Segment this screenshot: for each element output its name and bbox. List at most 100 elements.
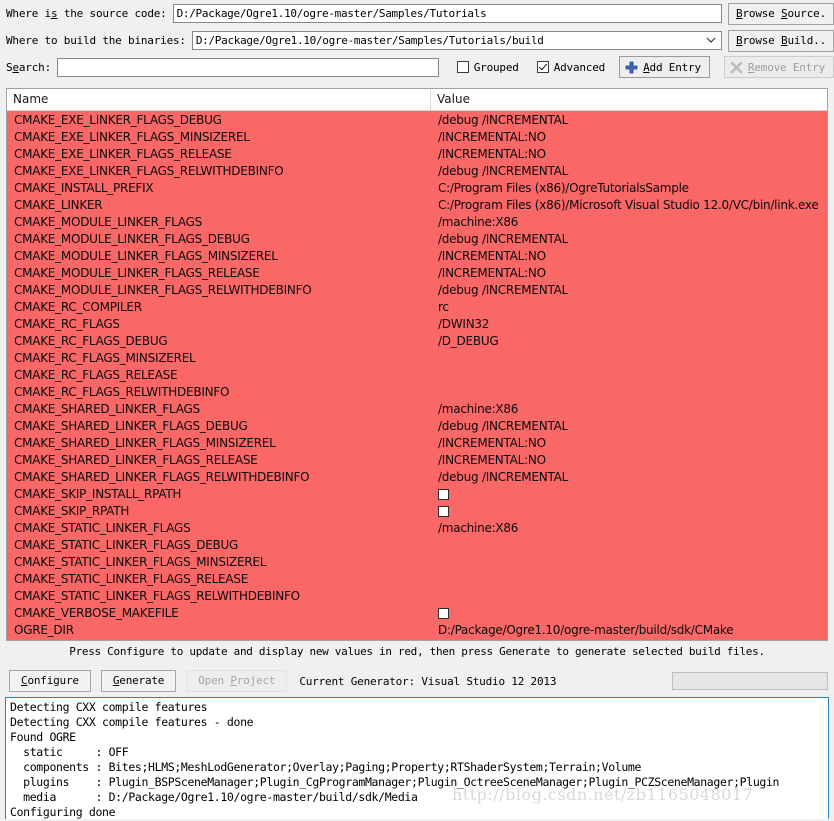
table-row[interactable]: CMAKE_SHARED_LINKER_FLAGS/machine:X86 xyxy=(7,400,827,417)
table-body: CMAKE_EXE_LINKER_FLAGS_DEBUG/debug /INCR… xyxy=(7,111,827,640)
table-row[interactable]: CMAKE_SHARED_LINKER_FLAGS_MINSIZEREL/INC… xyxy=(7,434,827,451)
generate-button[interactable]: Generate xyxy=(100,670,177,692)
cell-entry-value[interactable]: /INCREMENTAL:NO xyxy=(431,249,827,263)
table-row[interactable]: CMAKE_MODULE_LINKER_FLAGS_RELEASE/INCREM… xyxy=(7,264,827,281)
cell-entry-name: CMAKE_SKIP_INSTALL_RPATH xyxy=(14,486,182,501)
cell-entry-name: CMAKE_SHARED_LINKER_FLAGS_DEBUG xyxy=(14,418,248,433)
table-row[interactable]: CMAKE_EXE_LINKER_FLAGS_DEBUG/debug /INCR… xyxy=(7,111,827,128)
build-path-combobox[interactable] xyxy=(191,31,723,50)
table-row[interactable]: CMAKE_RC_FLAGS_MINSIZEREL xyxy=(7,349,827,366)
grouped-checkbox-item[interactable]: Grouped xyxy=(456,61,519,74)
cell-entry-value[interactable]: /debug /INCREMENTAL xyxy=(431,470,827,484)
cell-entry-value[interactable] xyxy=(431,606,827,620)
log-line: plugins : Plugin_BSPSceneManager;Plugin_… xyxy=(10,775,780,789)
cell-entry-name: CMAKE_EXE_LINKER_FLAGS_RELWITHDEBINFO xyxy=(14,163,284,178)
table-row[interactable]: CMAKE_MODULE_LINKER_FLAGS_MINSIZEREL/INC… xyxy=(7,247,827,264)
table-row[interactable]: CMAKE_STATIC_LINKER_FLAGS_RELEASE xyxy=(7,570,827,587)
cell-entry-name: CMAKE_RC_FLAGS_RELEASE xyxy=(14,367,178,382)
table-row[interactable]: CMAKE_STATIC_LINKER_FLAGS/machine:X86 xyxy=(7,519,827,536)
grouped-checkbox[interactable] xyxy=(456,61,469,73)
advanced-checkbox-item[interactable]: Advanced xyxy=(536,60,606,74)
log-line: Configuring done xyxy=(10,805,116,819)
table-row[interactable]: CMAKE_SHARED_LINKER_FLAGS_DEBUG/debug /I… xyxy=(7,417,827,434)
browse-source-button[interactable]: Browse Source. xyxy=(728,2,834,25)
column-header-value[interactable]: Value xyxy=(431,89,827,110)
build-path-input[interactable] xyxy=(191,31,723,50)
table-row[interactable]: CMAKE_RC_FLAGS_RELWITHDEBINFO xyxy=(7,383,827,400)
cell-entry-name: CMAKE_MODULE_LINKER_FLAGS_RELWITHDEBINFO xyxy=(14,282,312,297)
cell-entry-name: CMAKE_EXE_LINKER_FLAGS_MINSIZEREL xyxy=(14,129,250,144)
cell-entry-name: CMAKE_SHARED_LINKER_FLAGS_RELWITHDEBINFO xyxy=(14,469,310,484)
source-code-input[interactable] xyxy=(172,4,723,23)
cell-entry-name: CMAKE_RC_FLAGS xyxy=(14,316,120,331)
table-row[interactable]: CMAKE_STATIC_LINKER_FLAGS_MINSIZEREL xyxy=(7,553,827,570)
cell-entry-value[interactable]: /debug /INCREMENTAL xyxy=(431,419,827,433)
plus-icon xyxy=(625,61,638,73)
table-row[interactable]: CMAKE_SHARED_LINKER_FLAGS_RELEASE/INCREM… xyxy=(7,451,827,468)
table-row[interactable]: CMAKE_RC_FLAGS/DWIN32 xyxy=(7,315,827,332)
log-line: static : OFF xyxy=(10,745,129,759)
table-row[interactable]: CMAKE_RC_FLAGS_DEBUG/D_DEBUG xyxy=(7,332,827,349)
table-row[interactable]: CMAKE_SHARED_LINKER_FLAGS_RELWITHDEBINFO… xyxy=(7,468,827,485)
build-binaries-label: Where to build the binaries: xyxy=(6,34,186,47)
cell-checkbox[interactable] xyxy=(438,607,449,619)
cache-entries-table[interactable]: Name Value CMAKE_EXE_LINKER_FLAGS_DEBUG /… xyxy=(6,88,828,641)
cell-entry-value[interactable]: D:/Package/Ogre1.10/ogre-master/build/sd… xyxy=(431,623,827,637)
table-row[interactable]: CMAKE_RC_COMPILER rc xyxy=(7,298,827,315)
cell-entry-name: CMAKE_STATIC_LINKER_FLAGS_MINSIZEREL xyxy=(14,554,267,569)
table-row[interactable]: CMAKE_SKIP_RPATH xyxy=(7,502,827,519)
table-row[interactable]: CMAKE_LINKER C:/Program Files (x86)/Micro… xyxy=(7,196,827,213)
configure-button[interactable]: Configure xyxy=(9,670,91,692)
table-row[interactable]: CMAKE_MODULE_LINKER_FLAGS_DEBUG/debug /I… xyxy=(7,230,827,247)
column-header-name[interactable]: Name xyxy=(7,89,431,110)
cell-entry-value[interactable]: /debug /INCREMENTAL xyxy=(431,113,827,127)
table-row[interactable]: CMAKE_MODULE_LINKER_FLAGS/machine:X86 xyxy=(7,213,827,230)
cell-entry-value[interactable]: /INCREMENTAL:NO xyxy=(431,453,827,467)
cell-entry-name: CMAKE_EXE_LINKER_FLAGS_RELEASE xyxy=(14,146,232,161)
search-row: Search: Grouped Advanced Add Entry Remov… xyxy=(0,54,834,80)
cell-checkbox[interactable] xyxy=(438,505,449,517)
cell-entry-value[interactable]: /INCREMENTAL:NO xyxy=(431,147,827,161)
table-row[interactable]: CMAKE_VERBOSE_MAKEFILE xyxy=(7,604,827,621)
advanced-checkbox[interactable] xyxy=(536,61,549,73)
cell-entry-value[interactable]: /machine:X86 xyxy=(431,521,827,535)
advanced-label: Advanced xyxy=(553,60,606,74)
cell-entry-value[interactable]: C:/Program Files (x86)/OgreTutorialsSamp… xyxy=(431,181,827,195)
cell-entry-name: CMAKE_SHARED_LINKER_FLAGS_MINSIZEREL xyxy=(14,435,276,450)
cell-entry-value[interactable]: /machine:X86 xyxy=(431,402,827,416)
cell-entry-name: OGRE_DIR xyxy=(14,622,74,637)
search-input[interactable] xyxy=(57,57,439,77)
cell-checkbox[interactable] xyxy=(438,488,449,500)
cell-entry-value[interactable]: /machine:X86 xyxy=(431,215,827,229)
table-row[interactable]: CMAKE_INSTALL_PREFIX C:/Program Files (x8… xyxy=(7,179,827,196)
cell-entry-value[interactable]: /INCREMENTAL:NO xyxy=(431,266,827,280)
remove-entry-label: Remove Entry xyxy=(747,60,825,74)
cell-entry-value[interactable]: /debug /INCREMENTAL xyxy=(431,164,827,178)
add-entry-button[interactable]: Add Entry xyxy=(619,56,710,78)
log-output-panel[interactable]: Detecting CXX compile features Detecting … xyxy=(5,697,829,819)
cell-entry-value[interactable]: /INCREMENTAL:NO xyxy=(431,130,827,144)
browse-build-button[interactable]: Browse Build.. xyxy=(728,29,834,52)
table-row[interactable]: CMAKE_SKIP_INSTALL_RPATH xyxy=(7,485,827,502)
open-project-button[interactable]: Open Project xyxy=(186,670,288,692)
table-row[interactable]: CMAKE_STATIC_LINKER_FLAGS_DEBUG xyxy=(7,536,827,553)
table-row[interactable]: CMAKE_RC_FLAGS_RELEASE xyxy=(7,366,827,383)
cell-entry-value[interactable]: /INCREMENTAL:NO xyxy=(431,436,827,450)
cell-entry-value[interactable]: /D_DEBUG xyxy=(431,334,827,348)
cell-entry-value[interactable]: rc xyxy=(431,300,827,314)
table-row[interactable]: OGRE_DIR D:/Package/Ogre1.10/ogre-master/… xyxy=(7,621,827,638)
table-row[interactable]: CMAKE_STATIC_LINKER_FLAGS_RELWITHDEBINFO xyxy=(7,587,827,604)
remove-entry-button[interactable]: Remove Entry xyxy=(723,56,834,78)
cell-entry-value[interactable]: /debug /INCREMENTAL xyxy=(431,232,827,246)
table-row[interactable]: CMAKE_EXE_LINKER_FLAGS_MINSIZEREL/INCREM… xyxy=(7,128,827,145)
cell-entry-name: CMAKE_STATIC_LINKER_FLAGS_RELEASE xyxy=(14,571,249,586)
table-row[interactable]: CMAKE_EXE_LINKER_FLAGS_RELWITHDEBINFO/de… xyxy=(7,162,827,179)
cell-entry-value[interactable]: /DWIN32 xyxy=(431,317,827,331)
cell-entry-value[interactable]: /debug /INCREMENTAL xyxy=(431,283,827,297)
cell-entry-name: CMAKE_SKIP_RPATH xyxy=(14,503,130,518)
cell-entry-value[interactable] xyxy=(431,504,827,518)
cell-entry-value[interactable] xyxy=(431,487,827,501)
cell-entry-value[interactable]: C:/Program Files (x86)/Microsoft Visual … xyxy=(431,198,827,212)
table-row[interactable]: CMAKE_EXE_LINKER_FLAGS_RELEASE/INCREMENT… xyxy=(7,145,827,162)
table-row[interactable]: CMAKE_MODULE_LINKER_FLAGS_RELWITHDEBINFO… xyxy=(7,281,827,298)
